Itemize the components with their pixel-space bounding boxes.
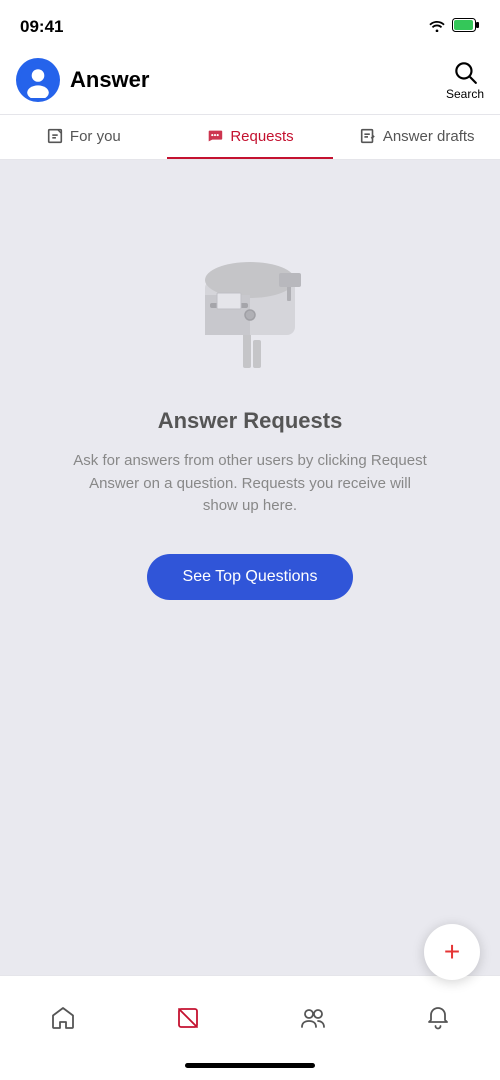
draft-icon bbox=[359, 127, 377, 145]
nav-spaces[interactable] bbox=[250, 1005, 375, 1031]
nav-home[interactable] bbox=[0, 1005, 125, 1031]
empty-description: Ask for answers from other users by clic… bbox=[70, 450, 430, 518]
status-icons bbox=[428, 18, 480, 37]
tabs: For you Requests Answer drafts bbox=[0, 115, 500, 160]
app-title: Answer bbox=[70, 67, 149, 93]
bottom-nav bbox=[0, 975, 500, 1055]
home-indicator bbox=[0, 1055, 500, 1080]
home-indicator-bar bbox=[185, 1063, 315, 1068]
header-left: Answer bbox=[16, 58, 149, 102]
status-bar: 09:41 bbox=[0, 0, 500, 50]
search-label: Search bbox=[446, 87, 484, 101]
search-button[interactable]: Search bbox=[446, 59, 484, 101]
status-time: 09:41 bbox=[20, 17, 63, 37]
nav-notifications[interactable] bbox=[375, 1005, 500, 1031]
tab-answer-drafts[interactable]: Answer drafts bbox=[333, 115, 500, 159]
empty-title: Answer Requests bbox=[158, 408, 343, 434]
tab-for-you[interactable]: For you bbox=[0, 115, 167, 159]
tab-requests-label: Requests bbox=[230, 128, 293, 145]
battery-icon bbox=[452, 18, 480, 37]
fab-button[interactable]: + bbox=[424, 924, 480, 980]
chat-icon bbox=[206, 127, 224, 145]
edit-icon bbox=[46, 127, 64, 145]
header: Answer Search bbox=[0, 50, 500, 115]
avatar bbox=[16, 58, 60, 102]
tab-requests[interactable]: Requests bbox=[167, 115, 334, 159]
wifi-icon bbox=[428, 18, 446, 37]
see-top-questions-button[interactable]: See Top Questions bbox=[147, 554, 354, 600]
main-content: Answer Requests Ask for answers from oth… bbox=[0, 160, 500, 975]
tab-answer-drafts-label: Answer drafts bbox=[383, 128, 475, 145]
tab-for-you-label: For you bbox=[70, 128, 121, 145]
nav-write[interactable] bbox=[125, 1005, 250, 1031]
mailbox-illustration bbox=[170, 220, 330, 380]
